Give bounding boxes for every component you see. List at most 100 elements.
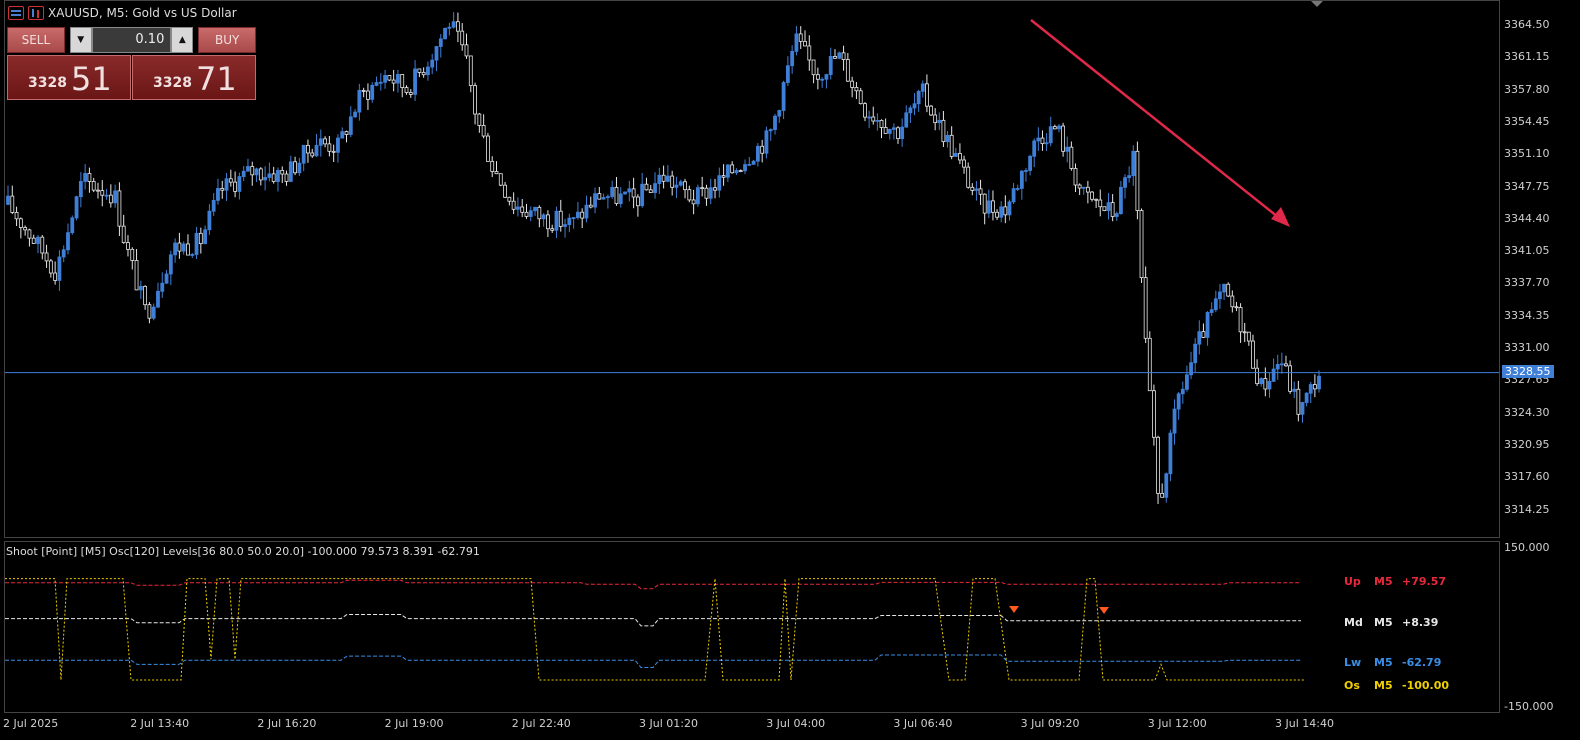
candle-body xyxy=(220,188,225,191)
candle xyxy=(593,187,597,214)
candle xyxy=(665,164,670,183)
candle xyxy=(790,45,795,74)
candle-body xyxy=(635,196,640,207)
candle-body xyxy=(1044,142,1049,145)
osc-lower-band xyxy=(5,654,1301,668)
candle-body xyxy=(524,211,529,217)
candle xyxy=(1040,130,1045,151)
candle xyxy=(1139,208,1144,283)
candle-body xyxy=(91,181,96,191)
candle xyxy=(1131,145,1136,186)
candle xyxy=(648,184,653,194)
candle-body xyxy=(348,116,353,135)
candle xyxy=(1052,124,1057,130)
candle-body xyxy=(623,191,627,195)
candle xyxy=(1032,138,1037,168)
candle-body xyxy=(867,116,872,119)
osc-legend-key: Md xyxy=(1344,616,1363,629)
candle xyxy=(1015,184,1020,192)
candle-body xyxy=(1259,378,1264,385)
candle-body xyxy=(824,74,829,80)
price-axis-tick: 3314.25 xyxy=(1504,502,1550,516)
candle xyxy=(683,178,687,199)
candle-body xyxy=(933,114,938,124)
candle-body xyxy=(978,188,983,195)
buy-button[interactable]: BUY xyxy=(198,27,257,53)
candle xyxy=(760,139,765,163)
lot-increase-button[interactable]: ▲ xyxy=(171,27,194,53)
candle xyxy=(916,89,921,112)
candle-body xyxy=(357,90,362,113)
candle-body xyxy=(61,249,66,258)
indicator-list-icon[interactable] xyxy=(28,6,44,20)
candle xyxy=(481,114,486,139)
candle-body xyxy=(198,232,203,245)
candle-body xyxy=(6,195,10,205)
candle xyxy=(301,144,306,172)
chart-menu-icon[interactable] xyxy=(8,6,24,20)
ask-price-button[interactable]: 3328 71 xyxy=(132,55,256,100)
candle-body xyxy=(648,189,653,193)
candle-body xyxy=(999,206,1004,218)
candle xyxy=(468,55,473,93)
candle xyxy=(828,47,833,80)
candle xyxy=(1226,282,1231,298)
osc-legend-key: Up xyxy=(1344,575,1361,588)
trend-arrow[interactable] xyxy=(1030,19,1290,227)
candle-body xyxy=(168,254,173,275)
candle xyxy=(126,235,130,257)
candle-body xyxy=(937,119,942,124)
candle-body xyxy=(1003,206,1008,216)
candle xyxy=(768,128,773,141)
candle xyxy=(23,225,28,236)
candle-body xyxy=(644,183,649,191)
candle-body xyxy=(953,153,958,157)
price-axis-tick: 3354.45 xyxy=(1504,114,1550,128)
candle-body xyxy=(1312,384,1317,390)
candle xyxy=(777,109,782,123)
candle xyxy=(18,217,23,239)
candle-body xyxy=(743,164,747,172)
candle xyxy=(1019,170,1024,200)
candle-body xyxy=(925,83,929,107)
lot-size-input[interactable]: 0.10 xyxy=(91,27,172,53)
candle xyxy=(1098,189,1103,217)
candle-body xyxy=(1284,363,1288,367)
candle-body xyxy=(541,214,546,220)
candle-body xyxy=(908,107,913,114)
candle xyxy=(908,105,913,124)
sell-signal-arrow-icon xyxy=(1099,607,1109,614)
sell-button[interactable]: SELL xyxy=(7,27,65,53)
candle-body xyxy=(1073,168,1078,186)
osc-signal-line xyxy=(5,578,1305,681)
bid-price-button[interactable]: 3328 51 xyxy=(7,55,131,100)
candle-body xyxy=(327,143,332,152)
candle xyxy=(1168,429,1173,482)
candle-body xyxy=(798,33,803,42)
candle-body xyxy=(486,135,490,162)
candle-body xyxy=(974,188,979,191)
candle-body xyxy=(879,119,884,128)
shift-marker-icon[interactable] xyxy=(1311,1,1323,7)
candle-body xyxy=(378,81,383,84)
candle-body xyxy=(404,87,409,93)
candle xyxy=(1114,211,1119,221)
candle xyxy=(353,108,357,119)
candle-body xyxy=(130,248,135,261)
osc-axis-bottom: -150.000 xyxy=(1504,700,1554,713)
candle xyxy=(734,168,739,175)
candle-body xyxy=(1131,150,1136,177)
candle-body xyxy=(916,90,921,105)
candle-body xyxy=(23,227,28,231)
candle-body xyxy=(945,134,950,143)
candle-body xyxy=(1143,277,1148,339)
candle xyxy=(1189,351,1193,380)
time-axis-tick: 2 Jul 2025 xyxy=(3,717,59,730)
candle-body xyxy=(280,169,285,175)
candle xyxy=(1143,266,1148,344)
price-axis-tick: 3361.15 xyxy=(1504,50,1550,64)
candle-body xyxy=(1106,202,1111,211)
lot-decrease-button[interactable]: ▼ xyxy=(69,27,92,53)
candle-body xyxy=(610,186,615,197)
oscillator-panel[interactable] xyxy=(4,541,1500,713)
